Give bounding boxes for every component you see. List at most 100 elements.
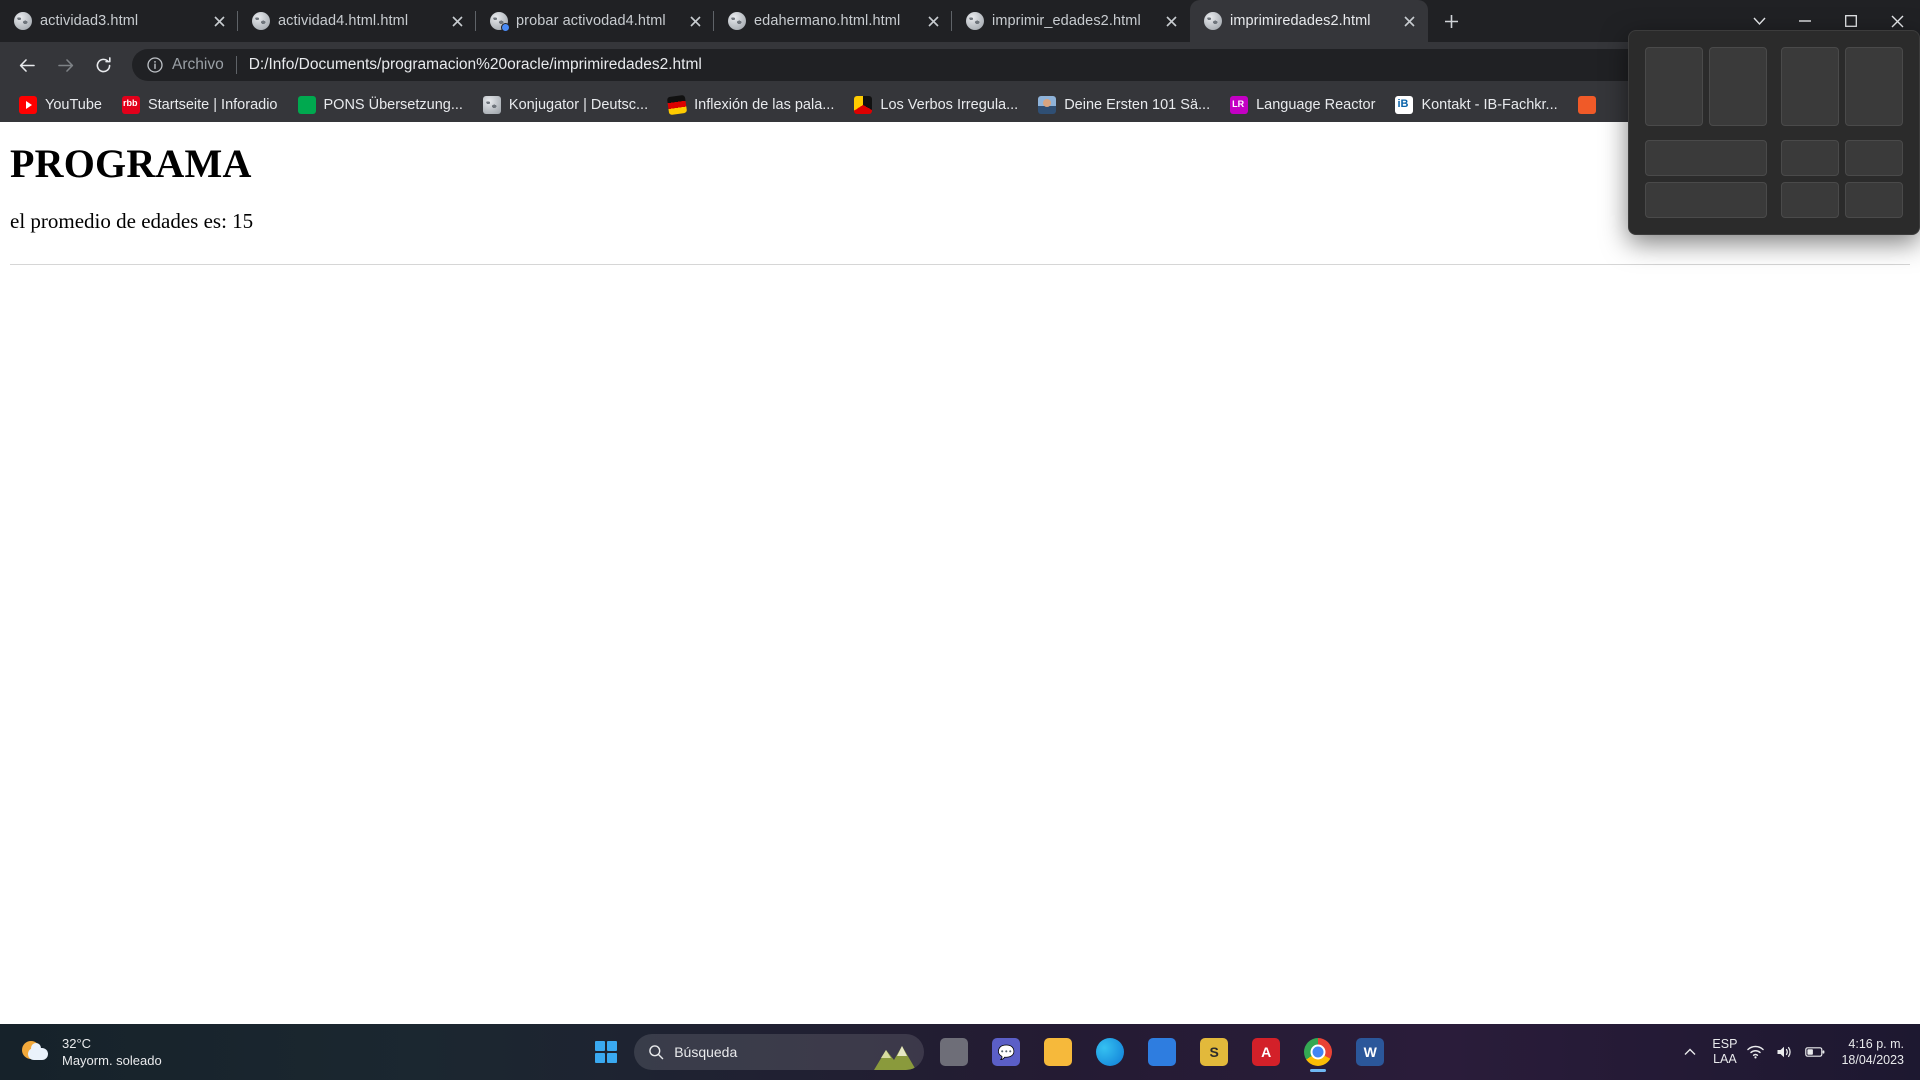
weather-sun-cloud-icon [22, 1039, 52, 1065]
info-icon[interactable] [146, 56, 164, 74]
taskbar-app-microsoft-word[interactable]: W [1348, 1030, 1392, 1074]
system-tray: ESP LAA 4:16 p. m. 18/04/2023 [1678, 1036, 1920, 1068]
start-button[interactable] [586, 1032, 626, 1072]
bookmark-item[interactable]: Kontakt - IB-Fachkr... [1386, 91, 1566, 119]
taskbar-app-task-view[interactable] [932, 1030, 976, 1074]
tab-title: actividad3.html [40, 13, 139, 29]
snap-zone[interactable] [1781, 139, 1839, 176]
browser-tab[interactable]: imprimir_edades2.html [952, 0, 1190, 42]
bookmark-label: Los Verbos Irregula... [880, 97, 1019, 113]
snap-zone[interactable] [1709, 47, 1767, 126]
task-view-icon [940, 1038, 969, 1066]
windows-taskbar: 32°C Mayorm. soleado Búsqueda 💬 S A W ES… [0, 1024, 1920, 1080]
snap-layout-flyout [1628, 30, 1920, 235]
snap-option-two-column[interactable] [1645, 47, 1767, 126]
microsoft-edge-icon [1096, 1038, 1125, 1066]
file-explorer-icon [1044, 1038, 1073, 1066]
volume-icon [1777, 1046, 1792, 1058]
tab-title: imprimir_edades2.html [992, 13, 1141, 29]
taskbar-app-google-chrome[interactable] [1296, 1030, 1340, 1074]
german-flag-icon [666, 94, 688, 116]
sublime-text-icon: S [1200, 1038, 1229, 1066]
adobe-acrobat-icon: A [1252, 1038, 1281, 1066]
bookmark-label: Deine Ersten 101 Sä... [1064, 97, 1211, 113]
close-tab-button[interactable] [446, 10, 468, 32]
windows-logo-icon [595, 1041, 618, 1063]
taskbar-app-sublime-text[interactable]: S [1192, 1030, 1236, 1074]
snap-zone[interactable] [1845, 47, 1903, 126]
bookmark-item[interactable] [1569, 91, 1613, 119]
microsoft-word-icon: W [1356, 1038, 1385, 1066]
snap-option-two-column-equal[interactable] [1781, 47, 1903, 126]
tray-quick-settings[interactable] [1747, 1045, 1825, 1059]
bookmark-item[interactable]: Startseite | Inforadio [113, 91, 287, 119]
snap-zone[interactable] [1845, 139, 1903, 176]
globe-icon [252, 12, 270, 30]
snap-zone[interactable] [1781, 181, 1839, 218]
taskbar-search-box[interactable]: Búsqueda [634, 1034, 925, 1070]
bookmark-item[interactable]: YouTube [10, 91, 111, 119]
taskbar-app-file-explorer[interactable] [1036, 1030, 1080, 1074]
close-tab-button[interactable] [922, 10, 944, 32]
bookmark-label: Kontakt - IB-Fachkr... [1421, 97, 1558, 113]
search-illustration-icon [874, 1046, 917, 1070]
forward-button[interactable] [48, 48, 82, 82]
tray-overflow-chevron-icon[interactable] [1678, 1045, 1702, 1059]
close-tab-button[interactable] [1398, 10, 1420, 32]
globe-icon [14, 12, 32, 30]
globe-icon [490, 12, 510, 32]
snap-zone[interactable] [1781, 47, 1839, 126]
close-tab-button[interactable] [684, 10, 706, 32]
browser-tab-active[interactable]: imprimiredades2.html [1190, 0, 1428, 42]
wifi-icon [1747, 1045, 1765, 1059]
language-line2: LAA [1713, 1052, 1737, 1066]
clock-date: 18/04/2023 [1841, 1053, 1904, 1067]
tab-title: probar activodad4.html [516, 13, 666, 29]
taskbar-app-microsoft-edge[interactable] [1088, 1030, 1132, 1074]
google-chrome-icon [1304, 1038, 1333, 1066]
taskbar-clock[interactable]: 4:16 p. m. 18/04/2023 [1835, 1036, 1904, 1068]
weather-widget[interactable]: 32°C Mayorm. soleado [0, 1035, 300, 1069]
horizontal-rule [10, 264, 1910, 265]
browser-tab[interactable]: actividad4.html.html [238, 0, 476, 42]
taskbar-center: Búsqueda 💬 S A W [300, 1030, 1678, 1074]
taskbar-app-adobe-acrobat[interactable]: A [1244, 1030, 1288, 1074]
language-indicator[interactable]: ESP LAA [1712, 1037, 1737, 1067]
weather-temperature: 32°C [62, 1036, 92, 1051]
globe-icon [966, 12, 984, 30]
bookmark-item[interactable]: Konjugator | Deutsc... [474, 91, 657, 119]
taskbar-app-microsoft-store[interactable] [1140, 1030, 1184, 1074]
tab-title: imprimiredades2.html [1230, 13, 1371, 29]
browser-tab[interactable]: probar activodad4.html [476, 0, 714, 42]
snap-zone[interactable] [1845, 181, 1903, 218]
snap-option-stacked[interactable] [1645, 139, 1767, 218]
new-tab-button[interactable] [1434, 4, 1468, 38]
snap-zone[interactable] [1645, 47, 1703, 126]
back-button[interactable] [10, 48, 44, 82]
globe-icon [482, 96, 501, 114]
bookmark-item[interactable]: PONS Übersetzung... [289, 91, 472, 119]
tab-list: actividad3.html actividad4.html.html pro… [0, 0, 1468, 42]
browser-tab[interactable]: edahermano.html.html [714, 0, 952, 42]
weather-text: 32°C Mayorm. soleado [62, 1035, 162, 1069]
reload-button[interactable] [86, 48, 120, 82]
snap-option-four-quadrant[interactable] [1781, 139, 1903, 218]
bookmark-item[interactable]: Inflexión de las pala... [659, 91, 843, 119]
browser-tab[interactable]: actividad3.html [0, 0, 238, 42]
battery-icon [1805, 1047, 1825, 1057]
close-tab-button[interactable] [1160, 10, 1182, 32]
search-placeholder: Búsqueda [674, 1044, 738, 1060]
bookmark-item[interactable]: Deine Ersten 101 Sä... [1029, 91, 1219, 119]
taskbar-app-teams-chat[interactable]: 💬 [984, 1030, 1028, 1074]
snap-zone[interactable] [1645, 139, 1767, 176]
ib-icon [1395, 96, 1414, 114]
bookmark-label: Language Reactor [1256, 97, 1376, 113]
close-tab-button[interactable] [208, 10, 230, 32]
bookmark-item[interactable]: Los Verbos Irregula... [845, 91, 1027, 119]
url-text: D:/Info/Documents/programacion%20oracle/… [248, 56, 702, 73]
german-circle-icon [854, 96, 873, 114]
bookmark-item[interactable]: Language Reactor [1221, 91, 1384, 119]
snap-zone[interactable] [1645, 181, 1767, 218]
page-content: PROGRAMA el promedio de edades es: 15 [0, 122, 1920, 1024]
photo-icon [1038, 96, 1057, 114]
